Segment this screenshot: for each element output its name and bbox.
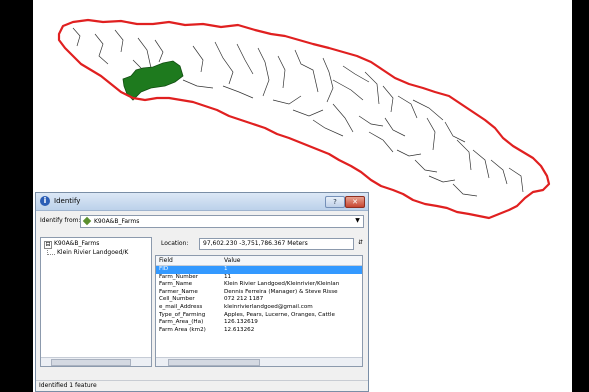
attribute-field-name: FID [159, 266, 169, 272]
grid-header: Field Value [156, 256, 362, 266]
attribute-field-name: Farmer_Name [159, 288, 198, 295]
location-label: Location: [161, 240, 189, 247]
info-icon: i [40, 196, 50, 206]
identify-from-row: Identify from: K90A&B_Farms ▼ [40, 215, 364, 228]
close-button[interactable]: ✕ [345, 196, 365, 208]
attribute-grid[interactable]: Field Value FID 1 Farm_Number 11 Farm_Name Kl… [155, 255, 363, 367]
results-tree[interactable]: ⊟ K90A&B_Farms Klein Rivier Landgoed/K [40, 237, 152, 367]
attribute-row[interactable]: FID 1 [156, 266, 362, 274]
attribute-field-name: Farm_Number [159, 273, 199, 280]
identify-from-dropdown[interactable]: K90A&B_Farms ▼ [80, 215, 364, 228]
help-button[interactable]: ? [325, 196, 345, 208]
attribute-field-value: 126.132619 [224, 319, 258, 326]
layer-icon [82, 216, 92, 226]
attribute-row[interactable]: Farm Area (km2) 12.613262 [156, 327, 362, 335]
status-text: Identified 1 feature [39, 382, 97, 389]
attribute-row[interactable]: Farm_Number 11 [156, 274, 362, 282]
attribute-field-name: e_mail_Address [159, 304, 203, 310]
location-value: 97,602.230 -3,751,786.367 Meters [199, 238, 354, 250]
region-boundary [57, 18, 551, 220]
selected-parcel[interactable] [122, 60, 184, 101]
identify-from-value: K90A&B_Farms [94, 217, 140, 225]
attribute-field-value: Dennis Ferreira (Manager) & Steve Risse [224, 288, 338, 295]
attribute-field-name: Farm_Name [159, 281, 193, 288]
attribute-row[interactable]: Farm_Area_(Ha) 126.132619 [156, 319, 362, 327]
tree-connector [47, 248, 55, 255]
column-header-value[interactable]: Value [224, 257, 240, 264]
tree-horizontal-scrollbar[interactable] [41, 357, 151, 366]
location-row: Location: 97,602.230 -3,751,786.367 Mete… [155, 237, 364, 250]
attribute-field-value: 12.613262 [224, 326, 255, 333]
map-canvas[interactable]: i Identify ? ✕ Identify from: K90A&B_Far… [33, 0, 572, 392]
attribute-field-name: Type_of_Farming [159, 311, 206, 318]
attribute-field-value: 11 [224, 273, 232, 280]
coordinate-menu-icon[interactable]: ⇵ [358, 239, 363, 246]
attribute-row[interactable]: e_mail_Address kleinrivierlandgoed@gmail.… [156, 304, 362, 312]
status-bar: Identified 1 feature [36, 380, 368, 391]
attribute-row[interactable]: Cell_Number 072 212 1187 [156, 296, 362, 304]
scrollbar-thumb[interactable] [168, 359, 260, 366]
window-title: Identify [54, 197, 81, 205]
grid-horizontal-scrollbar[interactable] [156, 357, 362, 366]
attribute-field-value: Apples, Pears, Lucerne, Oranges, Cattle [224, 311, 335, 318]
attribute-field-value: kleinrivierlandgoed@gmail.com [224, 304, 313, 310]
attribute-field-value: 1 [224, 266, 228, 272]
identify-from-label: Identify from: [40, 217, 81, 224]
attribute-field-name: Cell_Number [159, 296, 195, 303]
scrollbar-thumb[interactable] [51, 359, 131, 366]
attribute-field-value: Klein Rivier Landgoed/Kleinrivier/Kleinl… [224, 281, 340, 288]
tree-item-feature[interactable]: Klein Rivier Landgoed/K [57, 249, 128, 256]
attribute-row[interactable]: Type_of_Farming Apples, Pears, Lucerne, O… [156, 312, 362, 320]
attribute-field-name: Farm Area (km2) [159, 326, 206, 333]
attribute-row[interactable]: Farmer_Name Dennis Ferreira (Manager) & S… [156, 289, 362, 297]
attribute-field-value: 072 212 1187 [224, 296, 264, 303]
tree-item-layer[interactable]: K90A&B_Farms [54, 240, 99, 247]
attribute-row[interactable]: Farm_Name Klein Rivier Landgoed/Kleinrivi… [156, 281, 362, 289]
title-bar[interactable]: i Identify ? ✕ [36, 193, 368, 211]
identify-window[interactable]: i Identify ? ✕ Identify from: K90A&B_Far… [35, 192, 369, 392]
parcel-lines [72, 27, 524, 197]
column-header-field[interactable]: Field [159, 257, 173, 264]
chevron-down-icon[interactable]: ▼ [353, 216, 362, 225]
attribute-field-name: Farm_Area_(Ha) [159, 319, 204, 326]
